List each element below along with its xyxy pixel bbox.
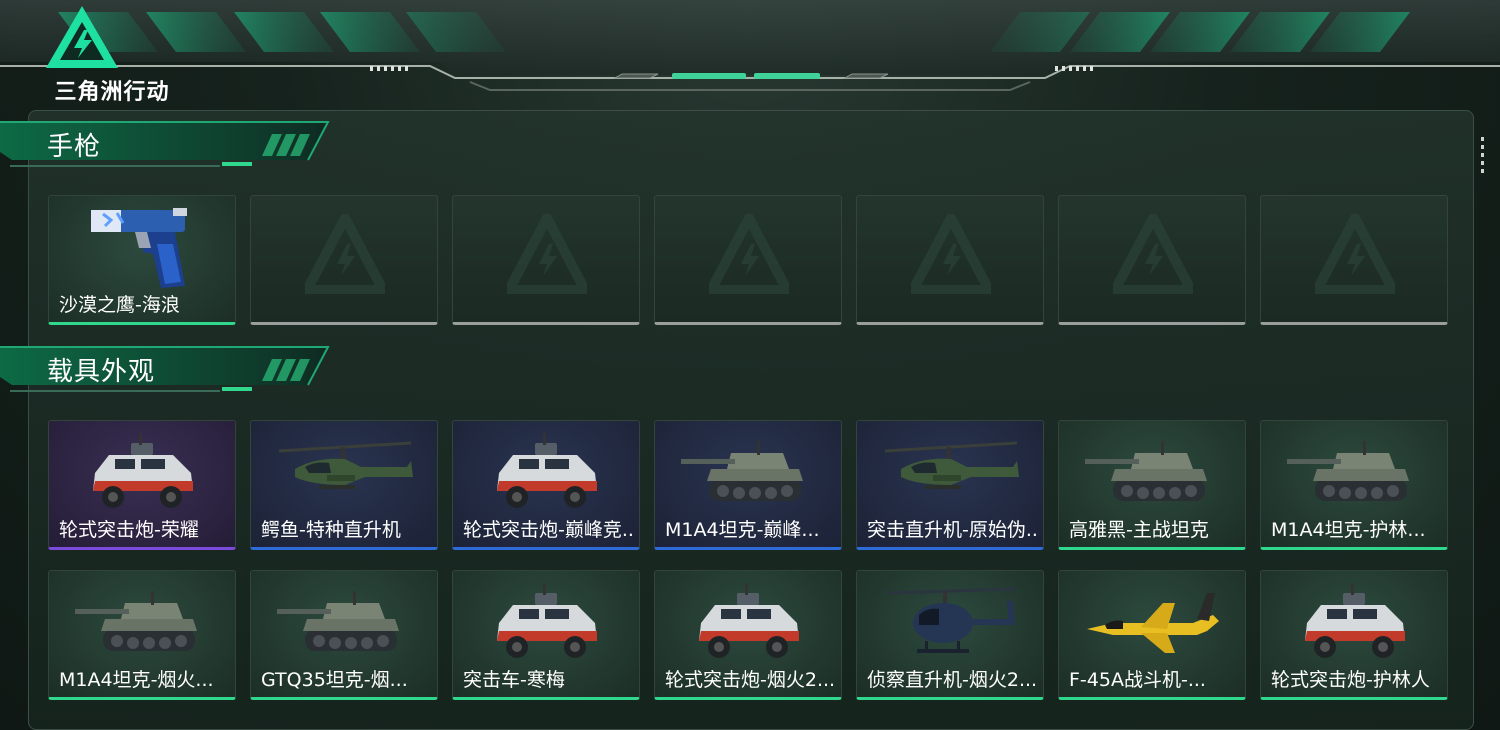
item-card[interactable]: 侦察直升机-烟火2... xyxy=(856,570,1044,700)
item-card-label: GTQ35坦克-烟... xyxy=(261,669,408,691)
scout-helicopter-icon xyxy=(881,579,1021,669)
item-card-label: 侦察直升机-烟火2... xyxy=(867,669,1037,691)
item-card-label: 突击车-寒梅 xyxy=(463,669,565,691)
tank-icon xyxy=(679,429,819,519)
empty-slot-card[interactable] xyxy=(250,195,438,325)
placeholder-logo-icon xyxy=(702,207,796,295)
item-card-label: M1A4坦克-巅峰... xyxy=(665,519,820,541)
game-logo: 三角洲行动 xyxy=(44,4,180,105)
item-card-label: F-45A战斗机-... xyxy=(1069,669,1206,691)
scrollbar[interactable] xyxy=(1481,137,1485,177)
item-card[interactable]: M1A4坦克-护林... xyxy=(1260,420,1448,550)
armored-car-icon xyxy=(477,579,617,669)
placeholder-logo-icon xyxy=(298,207,392,295)
pistol-icon xyxy=(73,204,213,294)
section-title: 载具外观 xyxy=(47,357,156,387)
section-title: 手枪 xyxy=(47,132,102,162)
item-card[interactable]: 轮式突击炮-护林人 xyxy=(1260,570,1448,700)
item-card-label: 轮式突击炮-荣耀 xyxy=(59,519,199,541)
empty-slot-card[interactable] xyxy=(1058,195,1246,325)
top-header: 三角洲行动 xyxy=(0,0,1500,105)
item-card-label: 鳄鱼-特种直升机 xyxy=(261,519,401,541)
armored-car-icon xyxy=(679,579,819,669)
tank-icon xyxy=(73,579,213,669)
item-card[interactable]: 轮式突击炮-荣耀 xyxy=(48,420,236,550)
item-card[interactable]: 高雅黑-主战坦克 xyxy=(1058,420,1246,550)
logo-text: 三角洲行动 xyxy=(54,80,170,105)
item-card[interactable]: 沙漠之鹰-海浪 xyxy=(48,195,236,325)
item-card[interactable]: M1A4坦克-烟火... xyxy=(48,570,236,700)
item-card[interactable]: F-45A战斗机-... xyxy=(1058,570,1246,700)
tank-icon xyxy=(1285,429,1425,519)
item-card[interactable]: 轮式突击炮-烟火2... xyxy=(654,570,842,700)
item-card-label: M1A4坦克-护林... xyxy=(1271,519,1426,541)
item-card[interactable]: M1A4坦克-巅峰... xyxy=(654,420,842,550)
placeholder-logo-icon xyxy=(1308,207,1402,295)
armored-car-icon xyxy=(73,429,213,519)
item-card-label: 突击直升机-原始伪... xyxy=(867,519,1037,541)
helicopter-icon xyxy=(881,429,1021,519)
section-header-pistols: 手枪 xyxy=(0,120,330,176)
item-card[interactable]: 鳄鱼-特种直升机 xyxy=(250,420,438,550)
empty-slot-card[interactable] xyxy=(1260,195,1448,325)
placeholder-logo-icon xyxy=(500,207,594,295)
placeholder-logo-icon xyxy=(904,207,998,295)
section-header-vehicles: 载具外观 xyxy=(0,345,330,401)
armored-car-icon xyxy=(477,429,617,519)
item-card-label: 轮式突击炮-烟火2... xyxy=(665,669,835,691)
jet-icon xyxy=(1083,579,1223,669)
item-card[interactable]: 突击车-寒梅 xyxy=(452,570,640,700)
placeholder-logo-icon xyxy=(1106,207,1200,295)
delta-logo-icon xyxy=(46,6,118,68)
item-card[interactable]: GTQ35坦克-烟... xyxy=(250,570,438,700)
item-card-label: 沙漠之鹰-海浪 xyxy=(59,294,180,316)
helicopter-icon xyxy=(275,429,415,519)
header-decoration xyxy=(0,0,1500,91)
tank-icon xyxy=(1083,429,1223,519)
empty-slot-card[interactable] xyxy=(856,195,1044,325)
item-card-label: 高雅黑-主战坦克 xyxy=(1069,519,1209,541)
item-card-label: M1A4坦克-烟火... xyxy=(59,669,214,691)
empty-slot-card[interactable] xyxy=(452,195,640,325)
item-card[interactable]: 轮式突击炮-巅峰竞... xyxy=(452,420,640,550)
item-card-label: 轮式突击炮-护林人 xyxy=(1271,669,1430,691)
tank-icon xyxy=(275,579,415,669)
empty-slot-card[interactable] xyxy=(654,195,842,325)
item-card[interactable]: 突击直升机-原始伪... xyxy=(856,420,1044,550)
item-card-label: 轮式突击炮-巅峰竞... xyxy=(463,519,633,541)
armored-car-icon xyxy=(1285,579,1425,669)
